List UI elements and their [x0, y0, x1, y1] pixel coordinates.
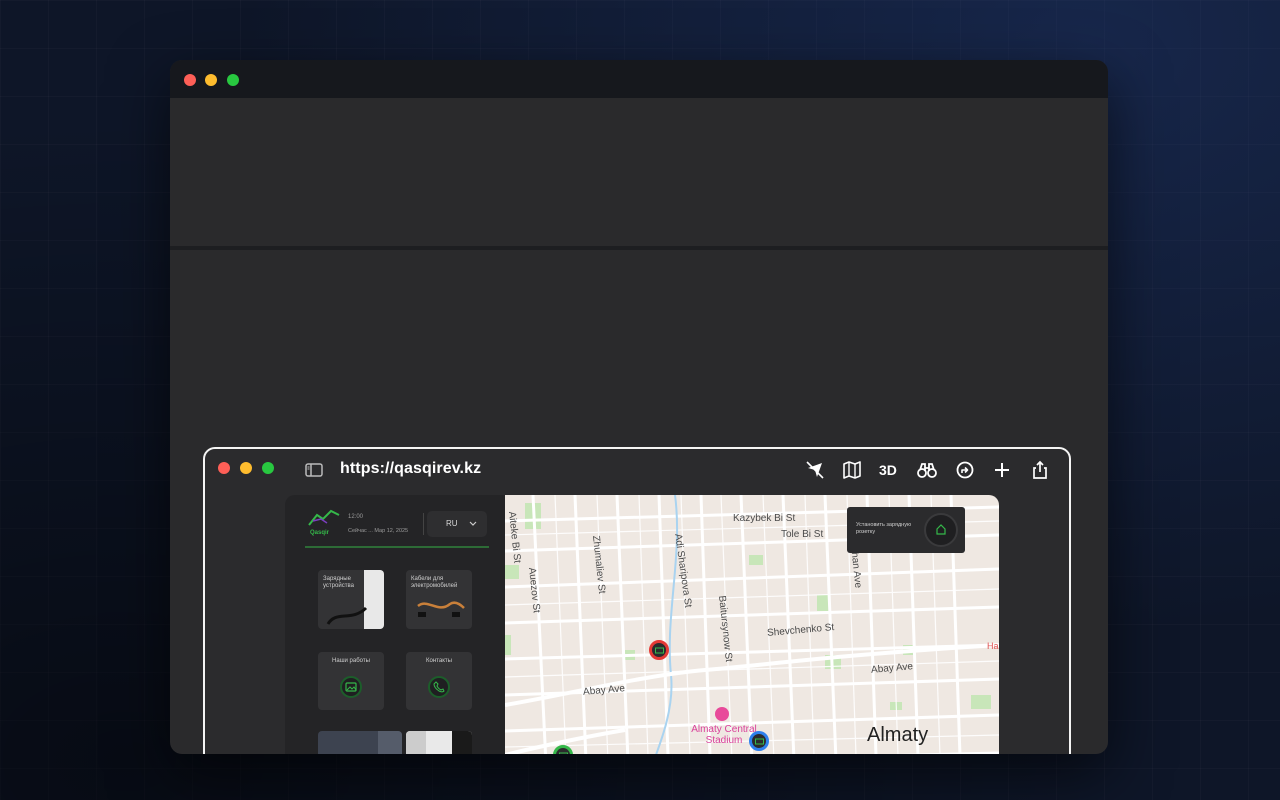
card-chargers[interactable]: Зарядные устройства	[318, 570, 384, 629]
photo-thumbnail-2[interactable]	[406, 731, 472, 754]
card-contacts[interactable]: Контакты	[406, 652, 472, 710]
photo-shade	[406, 731, 426, 754]
browser-minimize-button[interactable]	[240, 462, 252, 474]
card-cables[interactable]: Кабели для электромобилей	[406, 570, 472, 629]
sidebar-icon[interactable]	[303, 459, 325, 481]
city-label: Almaty	[867, 724, 929, 746]
map-icon[interactable]	[841, 459, 863, 481]
map-view[interactable]: Kazybek Bi St Tole Bi St Zhumaliev St Ad…	[505, 495, 999, 754]
share-icon[interactable]	[1029, 459, 1051, 481]
phone-icon	[428, 676, 450, 698]
site-sidebar: Qasqir 12:00 Сейчас ... Мар 12, 2025 RU …	[285, 495, 505, 754]
stadium-icon	[715, 707, 729, 721]
map-edge-label: На пр	[987, 641, 999, 651]
address-bar[interactable]: https://qasqirev.kz	[340, 460, 481, 478]
card-title: Наши работы	[332, 658, 370, 664]
qasqir-logo-icon	[308, 509, 340, 526]
header-date: Сейчас ... Мар 12, 2025	[348, 528, 409, 534]
close-window-button[interactable]	[184, 74, 196, 86]
charging-station-pin[interactable]	[749, 731, 769, 751]
language-label: RU	[446, 519, 458, 528]
browser-maximize-button[interactable]	[262, 462, 274, 474]
outer-title-bar	[170, 60, 1108, 98]
charging-station-pin[interactable]	[649, 640, 669, 660]
photo-shade	[452, 731, 472, 754]
card-title: Кабели для электромобилей	[411, 576, 458, 589]
browser-window: https://qasqirev.kz 3D Qasqir 12:00 Сейч…	[203, 447, 1071, 754]
map-label: Kazybek Bi St	[733, 513, 796, 524]
card-our-work[interactable]: Наши работы	[318, 652, 384, 710]
header-divider	[423, 513, 424, 535]
route-icon[interactable]	[954, 459, 976, 481]
minimize-window-button[interactable]	[205, 74, 217, 86]
logo-text: Qasqir	[310, 530, 330, 536]
card-title: Контакты	[426, 658, 452, 664]
language-select[interactable]: RU	[427, 511, 487, 537]
outer-window: https://qasqirev.kz 3D Qasqir 12:00 Сейч…	[170, 60, 1108, 754]
photo-thumbnail-1[interactable]	[318, 731, 402, 754]
header-time: 12:00	[348, 514, 364, 520]
map-label: Tole Bi St	[781, 529, 824, 540]
binoculars-icon[interactable]	[916, 459, 938, 481]
3d-view-button[interactable]: 3D	[879, 462, 897, 478]
chevron-down-icon	[469, 521, 477, 526]
banner-text: Установить зарядную розетку	[856, 522, 912, 535]
gallery-icon	[340, 676, 362, 698]
home-charger-icon	[924, 513, 958, 547]
card-title: Зарядные устройства	[323, 576, 354, 589]
cable-image	[417, 601, 465, 617]
install-charger-banner[interactable]: Установить зарядную розетку	[847, 507, 965, 553]
cable-image	[326, 606, 368, 625]
website-preview: Qasqir 12:00 Сейчас ... Мар 12, 2025 RU …	[285, 495, 999, 754]
maximize-window-button[interactable]	[227, 74, 239, 86]
browser-close-button[interactable]	[218, 462, 230, 474]
header-underline	[305, 546, 489, 548]
airplane-icon[interactable]	[804, 459, 826, 481]
plus-icon[interactable]	[991, 459, 1013, 481]
photo-shade	[378, 731, 402, 754]
window-divider	[170, 246, 1108, 250]
